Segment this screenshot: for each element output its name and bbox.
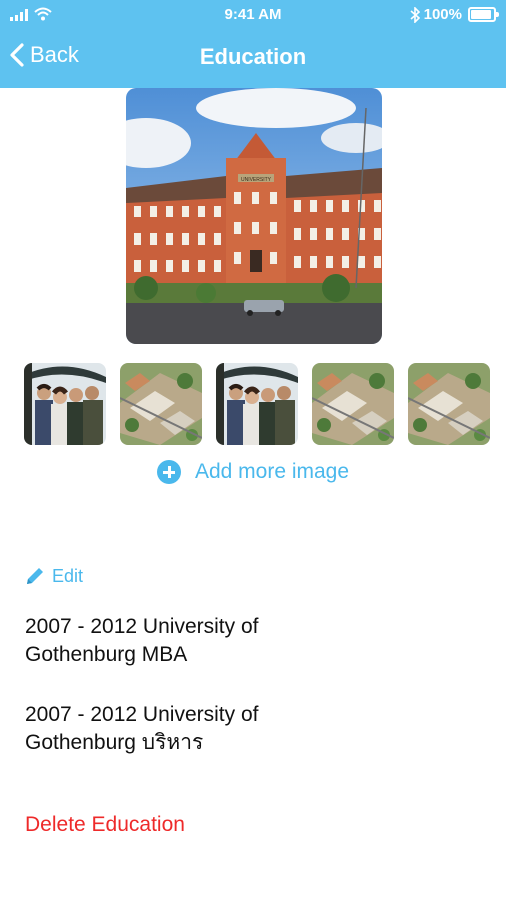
thumbnail-aerial-campus-3[interactable] (408, 363, 490, 445)
pencil-icon (27, 568, 43, 584)
page-title: Education (199, 44, 307, 69)
edit-button[interactable]: Edit (24, 565, 83, 587)
main-photo[interactable]: UNIVERSITY (126, 88, 382, 344)
add-circle-icon (156, 460, 181, 484)
image-gallery (24, 363, 490, 445)
building-sign: UNIVERSITY (241, 177, 272, 183)
add-more-image-button[interactable]: Add more image (0, 460, 506, 484)
status-right: 100% (410, 6, 499, 23)
status-bar: 9:41 AM 100% (0, 0, 506, 30)
edit-label: Edit (52, 565, 84, 586)
thumbnail-group-photo-2[interactable] (216, 363, 298, 445)
education-entry-1: 2007 - 2012 University of Gothenburg MBA (25, 615, 259, 666)
bluetooth-icon (410, 6, 420, 23)
education-entry-2: 2007 - 2012 University of Gothenburg บริ… (25, 703, 259, 754)
header-bar: 9:41 AM 100% Back Education (0, 0, 506, 88)
thumbnail-group-photo[interactable] (24, 363, 106, 445)
delete-education-button[interactable]: Delete Education (25, 813, 185, 837)
battery-icon (468, 7, 499, 22)
nav-bar: Back Education (0, 30, 506, 88)
add-more-image-label: Add more image (194, 460, 350, 483)
thumbnail-aerial-campus-2[interactable] (312, 363, 394, 445)
battery-percent: 100% (423, 6, 462, 23)
thumbnail-aerial-campus[interactable] (120, 363, 202, 445)
